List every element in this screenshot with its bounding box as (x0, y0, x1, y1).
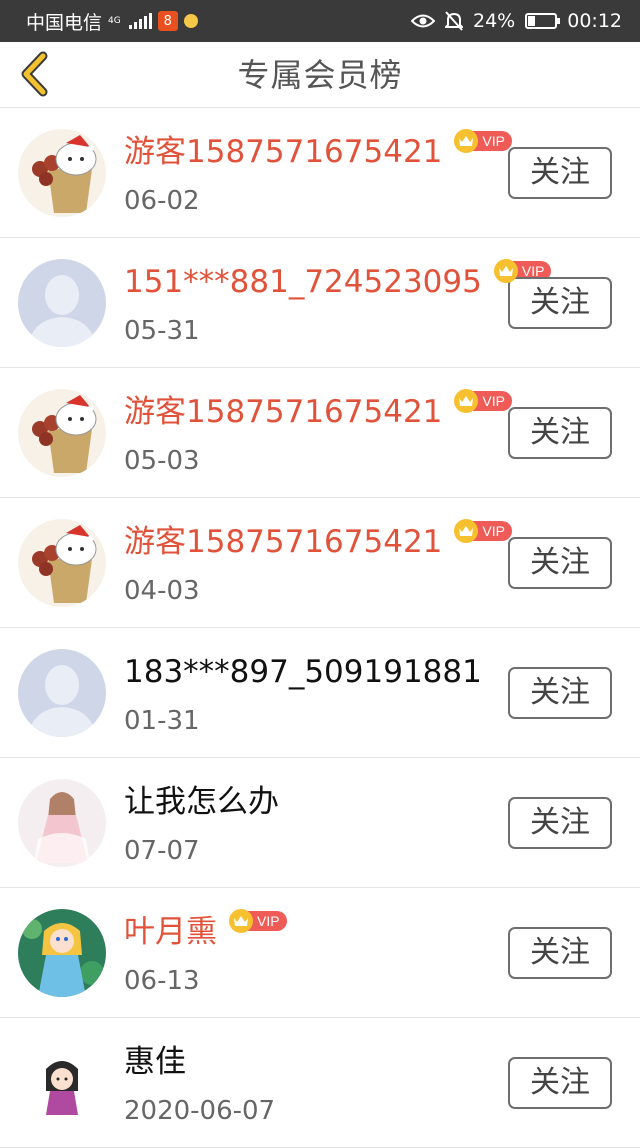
name-line: 151***881_724523095 VIP (124, 259, 552, 302)
header-bar: 专属会员榜 (0, 42, 640, 108)
carrier-label: 中国电信 (26, 11, 103, 34)
network-type-label: 4G (108, 15, 121, 26)
clock: 00:12 (567, 10, 622, 32)
name-line: 让我怎么办 (124, 782, 279, 822)
name-line: 惠佳 (124, 1042, 186, 1082)
member-name[interactable]: 151***881_724523095 (124, 262, 482, 302)
member-row[interactable]: 183***897_509191881 01-31 关注 (0, 628, 640, 758)
member-row[interactable]: 游客1587571675421 VIP 06-02 关注 (0, 108, 640, 238)
member-date: 06-13 (124, 966, 200, 996)
follow-button[interactable]: 关注 (508, 797, 612, 849)
avatar[interactable] (18, 519, 106, 607)
vip-badge: VIP (454, 519, 512, 543)
member-date: 04-03 (124, 576, 200, 606)
member-name[interactable]: 游客1587571675421 (124, 132, 442, 172)
crown-icon (493, 259, 518, 283)
vip-badge: VIP (229, 909, 287, 933)
member-row[interactable]: 惠佳 2020-06-07 关注 (0, 1018, 640, 1148)
member-name[interactable]: 叶月熏 (124, 912, 217, 952)
avatar[interactable] (18, 1039, 106, 1127)
member-date: 05-03 (124, 446, 200, 476)
bulb-icon (183, 14, 198, 28)
member-date: 07-07 (124, 836, 200, 866)
name-line: 游客1587571675421 VIP (124, 519, 512, 562)
vip-label: VIP (472, 131, 512, 151)
member-date: 05-31 (124, 316, 200, 346)
avatar[interactable] (18, 389, 106, 477)
member-date: 2020-06-07 (124, 1096, 276, 1126)
follow-button[interactable]: 关注 (508, 147, 612, 199)
member-name[interactable]: 让我怎么办 (124, 782, 279, 822)
member-row[interactable]: 游客1587571675421 VIP 04-03 关注 (0, 498, 640, 628)
member-date: 06-02 (124, 186, 200, 216)
vip-label: VIP (472, 391, 512, 411)
eye-icon (411, 14, 435, 28)
follow-button[interactable]: 关注 (508, 667, 612, 719)
status-bar: 中国电信 4G 8 24% 00:12 (0, 0, 640, 42)
vip-badge: VIP (454, 129, 512, 153)
mute-bell-icon (445, 11, 463, 31)
member-row[interactable]: 游客1587571675421 VIP 05-03 关注 (0, 368, 640, 498)
name-line: 游客1587571675421 VIP (124, 129, 512, 172)
avatar[interactable] (18, 909, 106, 997)
member-name[interactable]: 游客1587571675421 (124, 392, 442, 432)
name-line: 183***897_509191881 (124, 652, 482, 692)
app-notification-icon: 8 (157, 11, 178, 31)
follow-button[interactable]: 关注 (508, 1057, 612, 1109)
avatar[interactable] (18, 649, 106, 737)
follow-button[interactable]: 关注 (508, 537, 612, 589)
avatar[interactable] (18, 779, 106, 867)
avatar[interactable] (18, 259, 106, 347)
vip-label: VIP (472, 521, 512, 541)
member-row[interactable]: 叶月熏 VIP 06-13 关注 (0, 888, 640, 1018)
member-row[interactable]: 151***881_724523095 VIP 05-31 关注 (0, 238, 640, 368)
member-name[interactable]: 183***897_509191881 (124, 652, 482, 692)
battery-icon (525, 13, 561, 29)
name-line: 游客1587571675421 VIP (124, 389, 512, 432)
member-list: 游客1587571675421 VIP 06-02 关注 151***881_72452… (0, 108, 640, 1148)
crown-icon (229, 909, 253, 933)
follow-button[interactable]: 关注 (508, 927, 612, 979)
battery-percent: 24% (473, 10, 516, 32)
signal-icon (128, 13, 152, 29)
name-line: 叶月熏 VIP (124, 909, 287, 952)
member-date: 01-31 (124, 706, 200, 736)
member-row[interactable]: 让我怎么办 07-07 关注 (0, 758, 640, 888)
member-name[interactable]: 游客1587571675421 (124, 522, 442, 562)
follow-button[interactable]: 关注 (508, 277, 612, 329)
vip-badge: VIP (454, 389, 512, 413)
avatar[interactable] (18, 129, 106, 217)
follow-button[interactable]: 关注 (508, 407, 612, 459)
battery-fill (528, 16, 535, 26)
member-name[interactable]: 惠佳 (124, 1042, 186, 1082)
page-title: 专属会员榜 (237, 56, 403, 94)
